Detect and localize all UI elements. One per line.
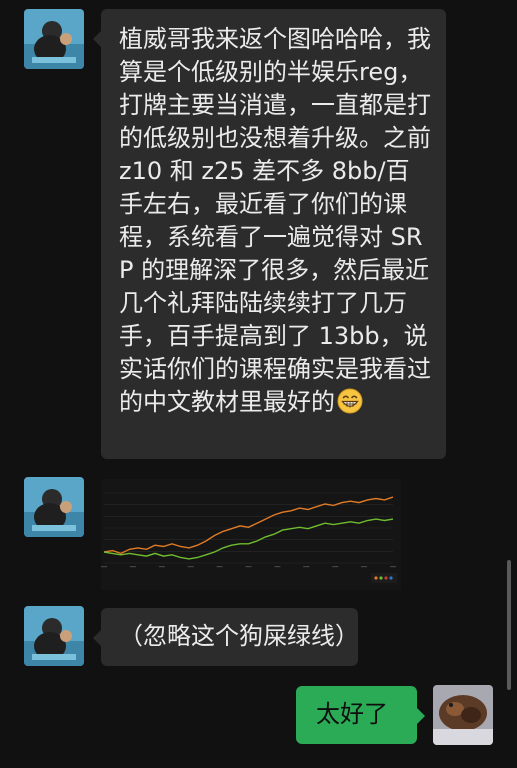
chart-x-tick (390, 566, 396, 568)
grinning-face-emoji-icon (337, 388, 363, 414)
my-avatar[interactable] (433, 685, 493, 745)
chat-message-list[interactable]: 植威哥我来返个图哈哈哈，我算是个低级别的半娱乐reg，打牌主要当消遣，一直都是打… (0, 0, 517, 768)
message-bubble-sent[interactable]: 太好了 (296, 686, 425, 744)
contact-avatar[interactable] (24, 606, 84, 666)
legend-swatch-red (384, 576, 388, 580)
chart-x-tick (216, 566, 223, 568)
message-text: 太好了 (316, 700, 388, 728)
contact-avatar[interactable] (24, 9, 84, 69)
chart-x-tick (187, 566, 194, 568)
scrollbar-thumb[interactable] (507, 560, 511, 690)
chart-x-tick (303, 566, 310, 568)
message-text: 植威哥我来返个图哈哈哈，我算是个低级别的半娱乐reg，打牌主要当消遣，一直都是打… (119, 25, 439, 416)
chart-x-tick (158, 566, 165, 568)
message-text: （忽略这个狗屎绿线） (119, 622, 359, 650)
winnings-chart (101, 479, 401, 590)
chart-x-tick (274, 566, 281, 568)
legend-swatch-orange (374, 576, 378, 580)
chart-x-tick (361, 566, 368, 568)
legend-swatch-blue (389, 576, 393, 580)
chart-x-tick (129, 566, 136, 568)
message-bubble[interactable]: 植威哥我来返个图哈哈哈，我算是个低级别的半娱乐reg，打牌主要当消遣，一直都是打… (93, 9, 446, 459)
chart-x-tick (245, 566, 252, 568)
message-bubble[interactable]: （忽略这个狗屎绿线） (93, 608, 359, 666)
contact-avatar[interactable] (24, 477, 84, 537)
chart-x-tick (332, 566, 339, 568)
legend-swatch-green (379, 576, 383, 580)
chart-x-tick (101, 566, 107, 568)
chart-image-message[interactable] (101, 479, 401, 590)
